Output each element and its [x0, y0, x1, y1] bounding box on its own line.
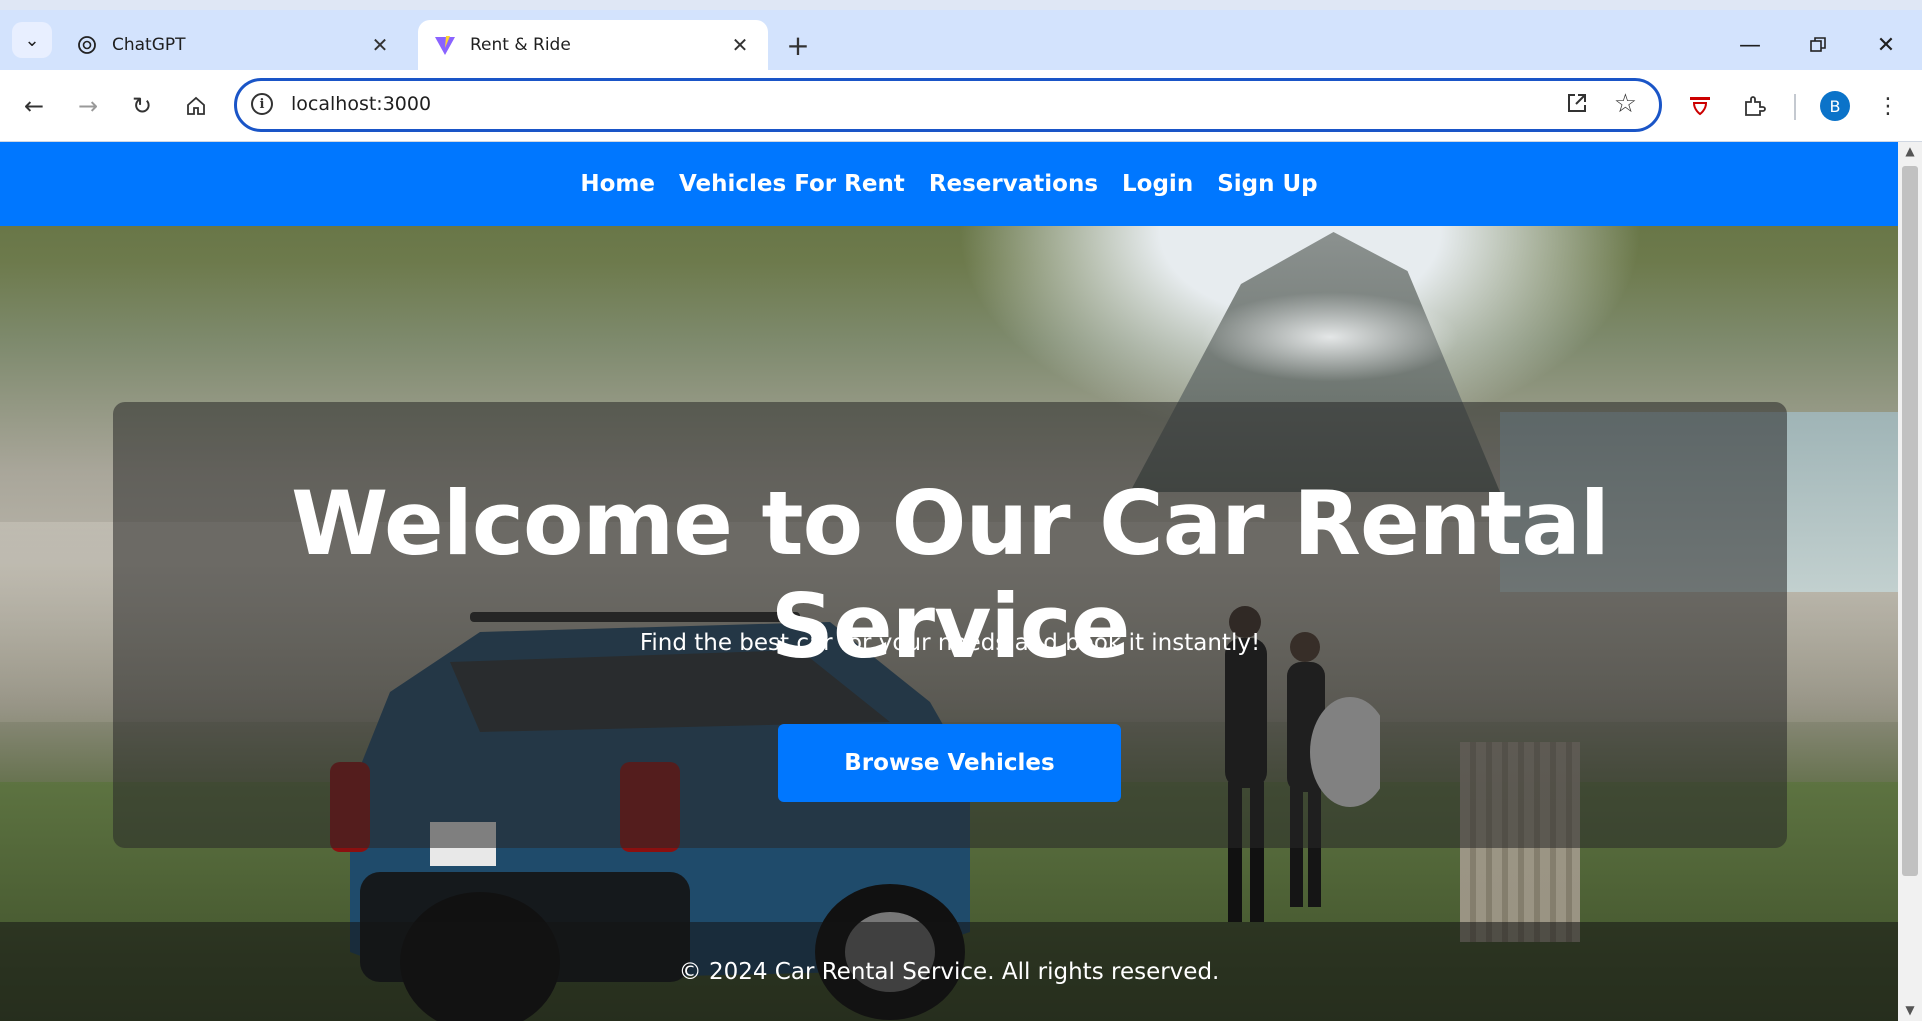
tab-strip: ⌄ ChatGPT ✕ Rent & Ride ✕ + — ✕ [0, 10, 1922, 70]
url-text[interactable]: localhost:3000 [291, 93, 431, 115]
nav-link-home[interactable]: Home [580, 171, 655, 197]
site-footer: © 2024 Car Rental Service. All rights re… [0, 922, 1898, 1021]
close-icon[interactable]: ✕ [728, 33, 752, 57]
background-mist [1200, 292, 1460, 382]
page-viewport: Home Vehicles For Rent Reservations Logi… [0, 142, 1898, 1021]
tab-chatgpt[interactable]: ChatGPT ✕ [60, 20, 408, 70]
nav-link-sign-up[interactable]: Sign Up [1217, 171, 1317, 197]
site-info-icon[interactable]: i [251, 93, 273, 115]
browser-toolbar: ← → ↻ i localhost:3000 ☆ B ⋮ [0, 70, 1922, 142]
extensions-puzzle-icon[interactable] [1736, 88, 1772, 124]
close-icon[interactable]: ✕ [368, 33, 392, 57]
footer-copyright: © 2024 Car Rental Service. All rights re… [678, 958, 1220, 985]
tab-search-button[interactable]: ⌄ [12, 22, 52, 58]
tab-title: Rent & Ride [470, 35, 571, 55]
hero-subtitle: Find the best car for your needs and boo… [639, 630, 1261, 656]
toolbar-separator [1794, 94, 1796, 120]
site-navbar: Home Vehicles For Rent Reservations Logi… [0, 142, 1898, 226]
reload-icon[interactable]: ↻ [124, 88, 160, 124]
scroll-up-icon[interactable]: ▲ [1898, 144, 1922, 160]
more-menu-icon[interactable]: ⋮ [1870, 88, 1906, 124]
chevron-down-icon: ⌄ [24, 29, 40, 51]
new-tab-button[interactable]: + [782, 32, 814, 60]
bookmark-star-icon[interactable]: ☆ [1614, 89, 1637, 119]
vite-icon [434, 34, 456, 56]
extension-shield-icon[interactable] [1682, 88, 1718, 124]
back-icon[interactable]: ← [16, 88, 52, 124]
browser-window: ⌄ ChatGPT ✕ Rent & Ride ✕ + — ✕ ← → ↻ i … [0, 0, 1922, 1021]
close-window-icon[interactable]: ✕ [1866, 30, 1906, 60]
forward-icon[interactable]: → [70, 88, 106, 124]
openai-icon [76, 34, 98, 56]
browse-vehicles-button[interactable]: Browse Vehicles [778, 724, 1121, 802]
page-scrollbar[interactable]: ▲ ▼ [1898, 142, 1922, 1021]
open-in-new-icon[interactable] [1565, 91, 1589, 121]
scroll-down-icon[interactable]: ▼ [1898, 1003, 1922, 1019]
nav-link-reservations[interactable]: Reservations [929, 171, 1098, 197]
minimize-icon[interactable]: — [1730, 30, 1770, 60]
nav-link-login[interactable]: Login [1122, 171, 1193, 197]
tab-title: ChatGPT [112, 35, 186, 55]
home-icon[interactable] [178, 88, 214, 124]
address-bar[interactable]: i localhost:3000 ☆ [234, 78, 1662, 132]
profile-avatar[interactable]: B [1820, 91, 1850, 121]
nav-link-vehicles-for-rent[interactable]: Vehicles For Rent [679, 171, 905, 197]
tab-rent-and-ride[interactable]: Rent & Ride ✕ [418, 20, 768, 70]
scrollbar-thumb[interactable] [1902, 166, 1918, 876]
restore-icon[interactable] [1798, 30, 1838, 60]
hero-section: Welcome to Our Car Rental Service Find t… [113, 402, 1787, 848]
